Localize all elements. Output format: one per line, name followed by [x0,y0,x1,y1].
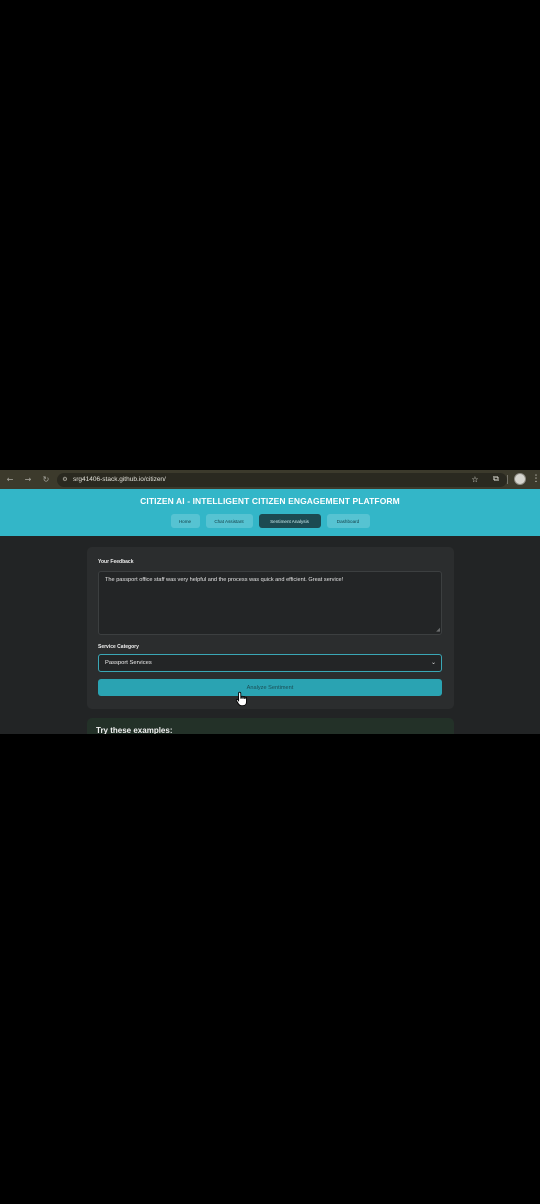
browser-toolbar: ← → ↻ ⚙ srg41406-stack.github.io/citizen… [0,470,540,489]
url-text[interactable]: srg41406-stack.github.io/citizen/ [73,476,166,483]
tab-home[interactable]: Home [170,514,200,528]
feedback-text: The passport office staff was very helpf… [105,577,344,583]
more-menu-icon[interactable]: ⋮ [532,473,540,485]
address-bar[interactable]: ⚙ srg41406-stack.github.io/citizen/ [57,472,507,487]
toolbar-divider [507,475,508,484]
chevron-down-icon[interactable]: ⌄ [431,659,436,666]
examples-title: Try these examples: [96,726,173,734]
profile-avatar-icon[interactable] [514,473,526,485]
black-letterbox-top [0,0,540,470]
tab-chat-assistant[interactable]: Chat Assistant [205,514,253,528]
extensions-icon[interactable]: ⧉ [490,473,502,485]
feedback-label: Your Feedback [98,559,134,565]
page-title: CITIZEN AI - INTELLIGENT CITIZEN ENGAGEM… [140,496,400,506]
back-arrow-icon[interactable]: ← [3,473,17,487]
examples-panel: Try these examples: [87,718,454,734]
service-category-select[interactable]: Passport Services ⌄ [98,654,442,672]
category-selected-value: Passport Services [105,660,152,666]
browser-viewport: ← → ↻ ⚙ srg41406-stack.github.io/citizen… [0,470,540,734]
resize-handle-icon[interactable]: ◢ [436,626,440,634]
hand-cursor-icon [235,691,247,707]
tab-sentiment-analysis[interactable]: Sentiment Analysis [258,514,321,528]
sentiment-form-card: Your Feedback The passport office staff … [87,547,454,709]
black-letterbox-bottom [0,734,540,1204]
tab-dashboard[interactable]: Dashboard [326,514,370,528]
main-nav: Home Chat Assistant Sentiment Analysis D… [0,514,540,528]
forward-arrow-icon[interactable]: → [21,473,35,487]
site-header: CITIZEN AI - INTELLIGENT CITIZEN ENGAGEM… [0,489,540,536]
analyze-sentiment-button[interactable]: Analyze Sentiment [98,679,442,696]
site-info-icon[interactable]: ⚙ [61,476,69,484]
bookmark-star-icon[interactable]: ☆ [469,473,481,485]
category-label: Service Category [98,644,139,650]
reload-icon[interactable]: ↻ [39,473,53,487]
feedback-textarea[interactable]: The passport office staff was very helpf… [98,571,442,635]
